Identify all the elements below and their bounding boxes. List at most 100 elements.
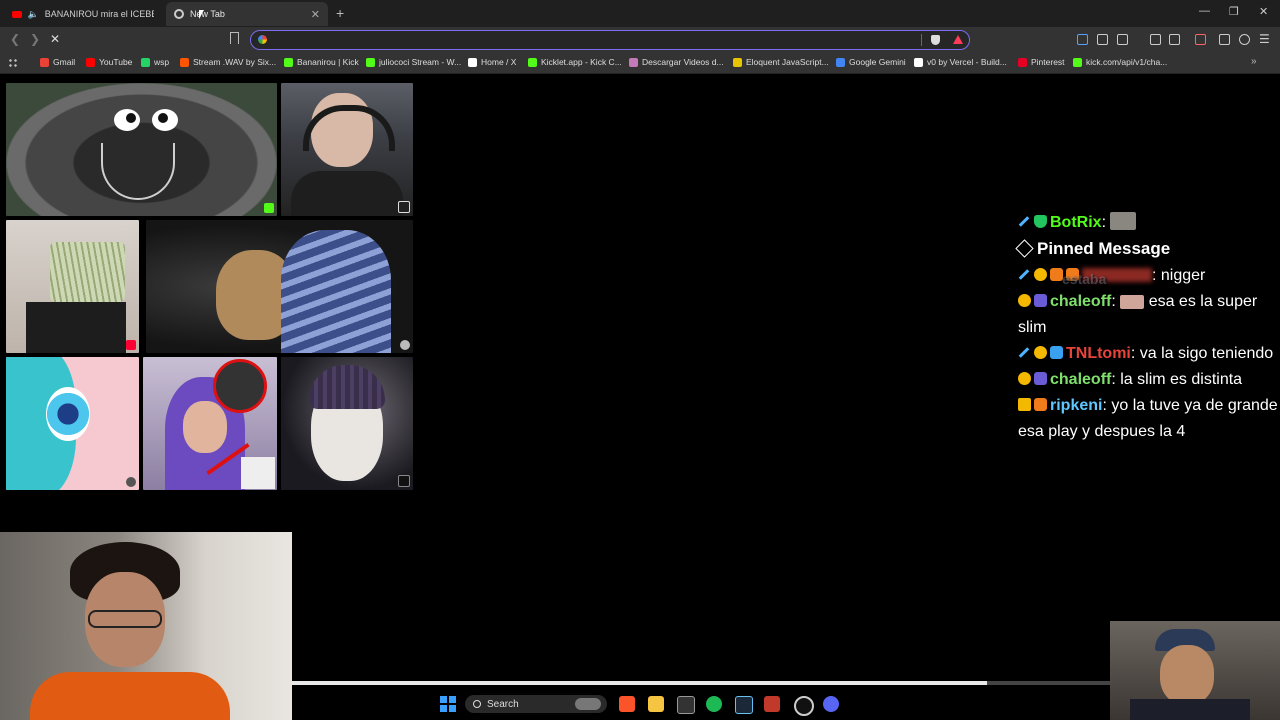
bookmark-item[interactable]: Home / X	[468, 57, 516, 67]
bookmark-label: Kicklet.app - Kick C...	[541, 57, 622, 67]
taskbar-search-label: Search	[487, 698, 519, 710]
wallet-icon[interactable]	[1195, 34, 1206, 45]
bookmark-item[interactable]: Kicklet.app - Kick C...	[528, 57, 622, 67]
address-bar[interactable]	[250, 30, 970, 50]
tab-new-tab[interactable]: New Tab ✕	[166, 2, 328, 26]
separator: :	[1111, 293, 1121, 310]
brave-shield-icon[interactable]	[931, 35, 940, 45]
bookmark-label: Gmail	[53, 57, 76, 67]
file-explorer-icon[interactable]	[648, 696, 664, 712]
close-window-icon[interactable]: ✕	[1259, 5, 1268, 18]
chat-username: chaleoff	[1050, 293, 1112, 310]
bookmark-item[interactable]: Pinterest	[1018, 57, 1065, 67]
apps-grid-icon[interactable]	[8, 58, 18, 68]
minimize-icon[interactable]: —	[1199, 5, 1210, 17]
thumbnail-streamer-shouting	[281, 83, 413, 216]
chain-shape	[101, 143, 175, 200]
money-shape	[50, 242, 125, 302]
vpn-icon[interactable]	[1239, 34, 1250, 45]
leo-ai-icon[interactable]	[1219, 34, 1230, 45]
back-icon[interactable]: ❮	[10, 32, 20, 46]
more-bookmarks-icon[interactable]: »	[1251, 56, 1257, 67]
bookmark-item[interactable]: v0 by Vercel - Build...	[914, 57, 1007, 67]
search-icon	[473, 700, 481, 708]
chat-emote	[1110, 212, 1137, 230]
close-tab-icon[interactable]: ✕	[311, 8, 320, 21]
video-progress-bar[interactable]	[292, 681, 1110, 685]
brave-taskbar-icon[interactable]	[619, 696, 635, 712]
tiktok-icon	[398, 475, 410, 487]
tab-title: New Tab	[190, 9, 225, 19]
tab-title: BANANIROU mira el ICEBERG de	[44, 9, 154, 19]
bookmark-favicon-icon	[366, 57, 375, 67]
moderator-badge-icon	[1018, 347, 1030, 358]
discord-taskbar-icon[interactable]	[823, 696, 839, 712]
bookmark-item[interactable]: wsp	[141, 57, 169, 67]
shirt-shape	[30, 672, 230, 720]
chat-message: BotRix:	[1018, 210, 1280, 236]
mouse-cursor-icon	[199, 10, 207, 19]
thumbnail-money-fan	[6, 220, 139, 353]
windows-start-icon[interactable]	[440, 696, 456, 712]
bookmark-item[interactable]: Descargar Videos d...	[629, 57, 724, 67]
bookmark-item[interactable]: Stream .WAV by Six...	[180, 57, 276, 67]
bookmark-label: v0 by Vercel - Build...	[927, 57, 1007, 67]
speaker-icon[interactable]: 🔈	[28, 9, 39, 20]
bookmark-item[interactable]: YouTube	[86, 57, 132, 67]
spotify-icon[interactable]	[706, 696, 722, 712]
bookmark-item[interactable]: Bananirou | Kick	[284, 57, 359, 67]
separator: :	[1101, 214, 1111, 231]
menu-icon[interactable]: ☰	[1259, 32, 1270, 46]
bookmark-label: Eloquent JavaScript...	[746, 57, 829, 67]
steam-icon[interactable]	[735, 696, 753, 714]
new-tab-button[interactable]: +	[336, 5, 344, 21]
bookmark-item[interactable]: juliococi Stream - W...	[366, 57, 461, 67]
chat-message: TNLtomi: va la sigo teniendo	[1018, 341, 1280, 367]
pupil-shape	[126, 113, 136, 123]
webcam-streamer	[0, 532, 292, 720]
bookmark-item[interactable]: Eloquent JavaScript...	[733, 57, 829, 67]
restore-icon[interactable]: ❐	[1229, 5, 1239, 18]
bookmark-favicon-icon	[1018, 57, 1027, 67]
google-icon	[258, 35, 267, 44]
forward-icon[interactable]: ❯	[30, 32, 40, 46]
media-controls-icon[interactable]	[1150, 34, 1161, 45]
taskbar-search[interactable]: Search	[465, 695, 607, 713]
face-shape	[183, 401, 227, 453]
chat-message: ripkeni: yo la tuve ya de grande esa pla…	[1018, 393, 1280, 445]
verified-badge-icon	[1034, 215, 1047, 228]
bookmark-item[interactable]: Google Gemini	[836, 57, 906, 67]
bookmark-favicon-icon	[180, 57, 189, 67]
bookmark-favicon-icon	[40, 57, 49, 67]
sidebar-icon[interactable]	[1169, 34, 1180, 45]
tab-youtube[interactable]: 🔈 BANANIROU mira el ICEBERG de	[4, 2, 162, 26]
bookmark-item[interactable]: Gmail	[40, 57, 75, 67]
bookmark-icon[interactable]	[230, 32, 239, 44]
stop-loading-icon[interactable]: ✕	[50, 32, 60, 46]
moderator-badge-icon	[1018, 269, 1030, 280]
youtube-favicon-icon	[12, 10, 22, 18]
bookmark-label: Bananirou | Kick	[297, 57, 359, 67]
bookmark-favicon-icon	[86, 57, 95, 67]
tab-strip: 🔈 BANANIROU mira el ICEBERG de New Tab ✕…	[0, 0, 1280, 27]
bookmark-label: kick.com/api/v1/cha...	[1086, 57, 1168, 67]
bookmark-label: Google Gemini	[849, 57, 906, 67]
brave-rewards-icon[interactable]	[953, 35, 963, 44]
bookmark-label: Stream .WAV by Six...	[193, 57, 277, 67]
epic-games-icon[interactable]	[677, 696, 695, 714]
bookmark-label: Home / X	[481, 57, 517, 67]
x-icon	[398, 201, 410, 213]
chat-username: BotRix	[1050, 214, 1102, 231]
bookmark-label: Descargar Videos d...	[642, 57, 724, 67]
shirt-shape	[1130, 699, 1250, 720]
reader-mode-icon[interactable]	[1117, 34, 1128, 45]
address-input[interactable]	[273, 32, 917, 49]
voicemeeter-icon[interactable]	[764, 696, 780, 712]
translate-extension-icon[interactable]	[1077, 34, 1088, 45]
bookmark-item[interactable]: kick.com/api/v1/cha...	[1073, 57, 1167, 67]
extensions-icon[interactable]	[1097, 34, 1108, 45]
bookmarks-bar: Gmail YouTube wsp Stream .WAV by Six... Bana…	[0, 53, 1280, 74]
bookmark-label: Pinterest	[1031, 57, 1065, 67]
obs-icon[interactable]	[794, 696, 814, 716]
hat-shape	[309, 365, 385, 409]
